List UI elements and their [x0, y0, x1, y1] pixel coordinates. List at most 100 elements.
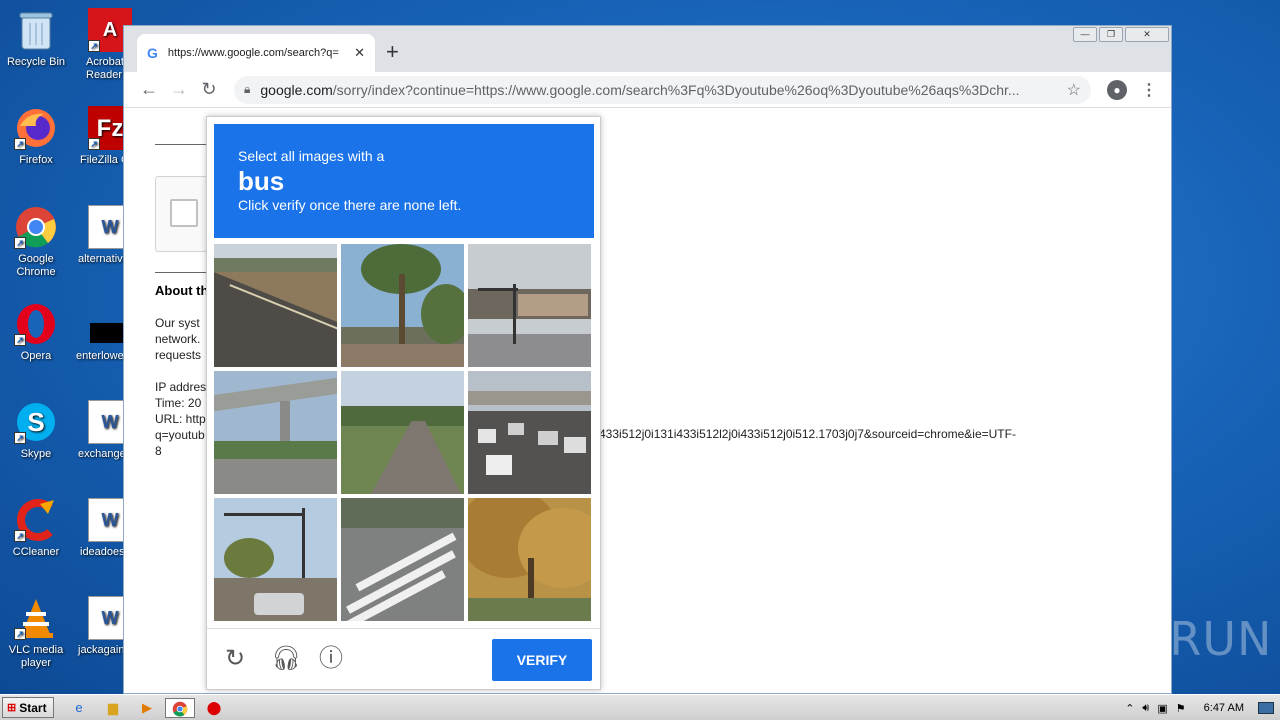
- desktop-icon-ccleaner[interactable]: ↗ CCleaner: [0, 498, 72, 559]
- body-text-line: URL: http: [155, 412, 206, 426]
- body-text-line: 8: [155, 444, 162, 458]
- forward-arrow-icon[interactable]: →: [164, 79, 194, 100]
- back-arrow-icon[interactable]: ←: [134, 79, 164, 100]
- system-tray: ⌃ 🔊︎ ▣ ⚑ 6:47 AM: [1125, 695, 1280, 720]
- taskbar: ⊞ Start e ▆ ▶ ⬤ ⌃ 🔊︎ ▣ ⚑ 6:47 AM: [0, 694, 1280, 720]
- minimize-button[interactable]: —: [1073, 27, 1097, 42]
- start-button[interactable]: ⊞ Start: [2, 697, 54, 718]
- desktop-icon-label: Skype: [20, 448, 52, 460]
- image-tile[interactable]: [214, 244, 337, 367]
- desktop-icon-recycle-bin[interactable]: Recycle Bin: [0, 8, 72, 69]
- desktop-icon-label: Google Chrome: [16, 253, 56, 278]
- shortcut-arrow-icon: ↗: [88, 138, 100, 150]
- close-button[interactable]: ✕: [1125, 27, 1169, 42]
- image-tile[interactable]: [341, 371, 464, 494]
- desktop-icon-label: ideadoes: [80, 546, 124, 558]
- desktop-icon-label: Opera: [20, 350, 52, 362]
- shortcut-arrow-icon: ↗: [14, 432, 26, 444]
- body-text-line: Our syst: [155, 316, 200, 330]
- image-tile[interactable]: [468, 371, 591, 494]
- vlc-icon: ↗: [14, 596, 58, 640]
- desktop-icon-opera[interactable]: ↗ Opera: [0, 302, 72, 363]
- verify-button[interactable]: VERIFY: [492, 639, 592, 681]
- google-favicon-icon: G: [147, 45, 158, 61]
- clock[interactable]: 6:47 AM: [1204, 702, 1244, 714]
- body-text-line: Time: 20: [155, 396, 202, 410]
- browser-toolbar: ← → ↻ 🔒︎ google.com/sorry/index?continue…: [124, 72, 1171, 108]
- image-tile[interactable]: [214, 498, 337, 621]
- image-tile[interactable]: [341, 244, 464, 367]
- desktop-icon-firefox[interactable]: ↗ Firefox: [0, 106, 72, 167]
- window-controls: — ❐ ✕: [1073, 27, 1169, 42]
- reload-icon[interactable]: ↻: [194, 79, 224, 100]
- volume-icon[interactable]: 🔊︎: [1142, 702, 1149, 715]
- new-tab-button[interactable]: +: [386, 39, 399, 65]
- opera-icon: ↗: [14, 302, 58, 346]
- recaptcha-challenge: Select all images with a bus Click verif…: [206, 116, 601, 690]
- info-icon[interactable]: ⓘ: [319, 647, 343, 671]
- target-object: bus: [238, 166, 285, 196]
- action-center-flag-icon[interactable]: ⚑: [1176, 702, 1186, 715]
- bookmark-star-icon[interactable]: ☆: [1067, 80, 1081, 100]
- menu-dots-icon[interactable]: ⋮: [1141, 80, 1157, 100]
- media-player-icon[interactable]: ▶: [136, 698, 158, 718]
- chrome-taskbar-icon[interactable]: [165, 698, 195, 718]
- skype-icon: S ↗: [14, 400, 58, 444]
- tab-title: https://www.google.com/search?q=: [167, 47, 339, 59]
- desktop-icon-label: Recycle Bin: [6, 56, 66, 68]
- shortcut-arrow-icon: ↗: [14, 628, 26, 640]
- body-text-line: network.: [155, 332, 201, 346]
- firefox-icon: ↗: [14, 106, 58, 150]
- about-heading: About th: [155, 283, 209, 298]
- tray-expand-icon[interactable]: ⌃: [1125, 702, 1134, 715]
- shortcut-arrow-icon: ↗: [14, 237, 26, 249]
- shortcut-arrow-icon: ↗: [88, 40, 100, 52]
- desktop-icon-label: enterlowe: [76, 350, 124, 362]
- shortcut-arrow-icon: ↗: [14, 138, 26, 150]
- tab-strip: G https://www.google.com/search?q= ✕ + —…: [124, 26, 1171, 72]
- desktop-icon-label: Firefox: [19, 154, 53, 166]
- profile-avatar-icon[interactable]: ●: [1107, 79, 1127, 100]
- url-text: google.com/sorry/index?continue=https://…: [260, 81, 1020, 98]
- recaptcha-checkbox[interactable]: [170, 199, 198, 227]
- challenge-footer: ↻ 🎧︎ ⓘ VERIFY: [207, 628, 600, 690]
- reload-challenge-icon[interactable]: ↻: [225, 647, 245, 671]
- desktop-icon-label: FileZilla Client: [80, 154, 124, 166]
- desktop-icon-chrome[interactable]: ↗ Google Chrome: [0, 205, 72, 279]
- ie-icon[interactable]: e: [68, 698, 90, 718]
- instruction-sub: Click verify once there are none left.: [238, 197, 462, 213]
- maximize-button[interactable]: ❐: [1099, 27, 1123, 42]
- desktop-icon-label: jackagain: [78, 644, 124, 656]
- instruction-line: Select all images with a: [238, 148, 385, 164]
- shortcut-arrow-icon: ↗: [14, 334, 26, 346]
- svg-text:S: S: [27, 407, 44, 437]
- address-bar[interactable]: 🔒︎ google.com/sorry/index?continue=https…: [234, 75, 1091, 104]
- body-text-line: requests: [155, 348, 202, 362]
- folder-icon[interactable]: ▆: [102, 698, 124, 718]
- shortcut-arrow-icon: ↗: [14, 530, 26, 542]
- chrome-icon: ↗: [14, 205, 58, 249]
- opera-taskbar-icon[interactable]: ⬤: [203, 698, 225, 718]
- browser-tab[interactable]: G https://www.google.com/search?q= ✕: [137, 34, 375, 72]
- desktop-icon-vlc[interactable]: ↗ VLC media player: [0, 596, 72, 670]
- image-tile[interactable]: [468, 498, 591, 621]
- desktop-icon-label: CCleaner: [12, 546, 60, 558]
- image-grid: [214, 244, 594, 624]
- show-desktop-icon[interactable]: [1258, 702, 1274, 714]
- tab-close-icon[interactable]: ✕: [354, 45, 365, 61]
- image-tile[interactable]: [341, 498, 464, 621]
- desktop-icon-label: Acrobat Reader: [86, 56, 124, 81]
- body-text-line: IP addres: [155, 380, 207, 394]
- body-text-line: q=youtub: [155, 428, 205, 442]
- desktop-icon-label: alternativ: [78, 253, 123, 265]
- recycle-bin-icon: [14, 8, 58, 52]
- network-icon[interactable]: ▣: [1157, 702, 1167, 715]
- ccleaner-icon: ↗: [14, 498, 58, 542]
- challenge-header: Select all images with a bus Click verif…: [214, 124, 594, 238]
- audio-challenge-icon[interactable]: 🎧︎: [271, 647, 301, 671]
- image-tile[interactable]: [468, 244, 591, 367]
- desktop-icon-label: exchange: [78, 448, 124, 460]
- windows-logo-icon: ⊞: [7, 702, 17, 714]
- image-tile[interactable]: [214, 371, 337, 494]
- desktop-icon-skype[interactable]: S ↗ Skype: [0, 400, 72, 461]
